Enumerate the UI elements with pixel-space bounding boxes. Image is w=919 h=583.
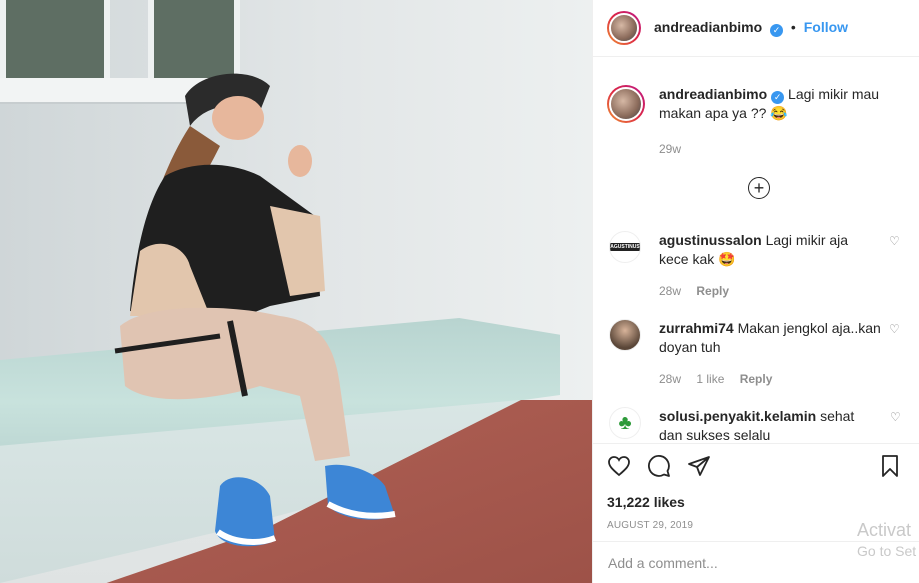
comment-time: 28w bbox=[659, 284, 682, 298]
load-more-comments-button[interactable]: + bbox=[748, 177, 770, 199]
comment-like-heart-icon[interactable]: ♡ bbox=[890, 411, 902, 423]
agustinus-logo: AGUSTINUS bbox=[610, 243, 640, 251]
comment-username[interactable]: agustinussalon bbox=[659, 232, 762, 248]
bookmark-icon[interactable] bbox=[878, 454, 902, 478]
clover-logo-icon: ♣ bbox=[618, 412, 632, 434]
caption-time: 29w bbox=[659, 142, 682, 156]
post-actions: 31,222 likes AUGUST 29, 2019 bbox=[593, 443, 919, 531]
comment-meta: 28w Reply bbox=[659, 282, 881, 301]
post-photo[interactable] bbox=[0, 0, 592, 583]
comment-like-heart-icon[interactable]: ♡ bbox=[889, 235, 901, 247]
comment-clip: ♣ solusi.penyakit.kelamin sehat dan suks… bbox=[593, 400, 919, 442]
comment-avatar[interactable]: AGUSTINUS bbox=[609, 231, 641, 263]
caption-username[interactable]: andreadianbimo bbox=[659, 86, 767, 102]
action-icons bbox=[607, 454, 908, 478]
caption: andreadianbimo ✓ Lagi mikir mau makan apa… bbox=[593, 57, 919, 159]
follow-button[interactable]: Follow bbox=[804, 19, 848, 35]
seated-woman-figure bbox=[114, 73, 396, 547]
comment-username[interactable]: solusi.penyakit.kelamin bbox=[659, 408, 816, 424]
verified-badge-icon: ✓ bbox=[770, 24, 784, 37]
comment-likes[interactable]: 1 like bbox=[696, 372, 724, 386]
reply-button[interactable]: Reply bbox=[740, 372, 773, 386]
comment-body: agustinussalon Lagi mikir aja kece kak 🤩… bbox=[659, 231, 881, 301]
verified-badge-icon: ✓ bbox=[771, 91, 785, 104]
caption-body: andreadianbimo ✓ Lagi mikir mau makan apa… bbox=[659, 85, 905, 159]
comment-avatar[interactable]: ♣ bbox=[609, 407, 641, 439]
caption-avatar[interactable] bbox=[607, 85, 645, 123]
post-date: AUGUST 29, 2019 bbox=[607, 520, 694, 531]
window-left bbox=[0, 0, 110, 88]
post-side-panel: andreadianbimo ✓ • Follow andreadianbimo… bbox=[592, 0, 919, 583]
reply-button[interactable]: Reply bbox=[696, 284, 729, 298]
comment-item: zurrahmi74 Makan jengkol aja..kan doyan … bbox=[609, 319, 905, 389]
likes-count[interactable]: 31,222 likes bbox=[607, 494, 908, 510]
comment-bubble-icon[interactable] bbox=[647, 454, 671, 478]
header-username[interactable]: andreadianbimo bbox=[654, 19, 762, 35]
comment-username[interactable]: zurrahmi74 bbox=[659, 320, 734, 336]
comment-avatar[interactable] bbox=[609, 319, 641, 351]
comment-item: ♣ solusi.penyakit.kelamin sehat dan suks… bbox=[609, 407, 906, 442]
comment-body: solusi.penyakit.kelamin sehat dan sukses… bbox=[659, 407, 881, 442]
comment-input[interactable] bbox=[608, 554, 808, 571]
comment-like-heart-icon[interactable]: ♡ bbox=[889, 323, 901, 335]
plus-circle-icon: + bbox=[753, 178, 765, 198]
post-header: andreadianbimo ✓ • Follow bbox=[593, 0, 919, 57]
heart-icon[interactable] bbox=[607, 454, 631, 478]
header-avatar[interactable] bbox=[607, 11, 641, 45]
paper-plane-icon[interactable] bbox=[687, 454, 711, 478]
comment-time: 28w bbox=[659, 372, 682, 386]
comment-meta: 28w 1 like Reply bbox=[659, 370, 881, 389]
add-comment-bar bbox=[593, 541, 919, 583]
comment-body: zurrahmi74 Makan jengkol aja..kan doyan … bbox=[659, 319, 881, 389]
comment-item: AGUSTINUS agustinussalon Lagi mikir aja … bbox=[609, 231, 905, 301]
separator-dot: • bbox=[790, 19, 796, 35]
